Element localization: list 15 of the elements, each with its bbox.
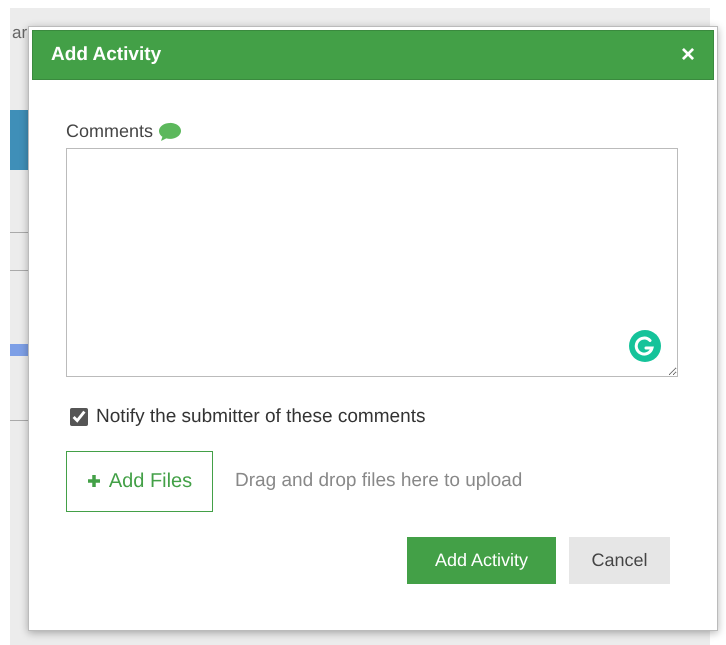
grammar-assistant-icon[interactable]	[628, 329, 662, 363]
close-button[interactable]: ×	[680, 43, 695, 67]
drop-hint: Drag and drop files here to upload	[235, 468, 522, 493]
page-text: ar	[12, 22, 28, 44]
notify-checkbox[interactable]	[70, 408, 88, 426]
add-activity-button[interactable]: Add Activity	[407, 536, 556, 584]
plus-icon	[86, 474, 101, 488]
highlighted-row	[10, 110, 28, 170]
comments-label: Comments	[66, 120, 154, 143]
notify-label: Notify the submitter of these comments	[96, 405, 426, 429]
comments-field[interactable]	[66, 148, 678, 377]
add-files-button[interactable]: Add Files	[66, 450, 213, 512]
speech-bubble-icon	[158, 122, 182, 142]
dialog-title: Add Activity	[51, 42, 162, 67]
cancel-button[interactable]: Cancel	[569, 536, 670, 584]
